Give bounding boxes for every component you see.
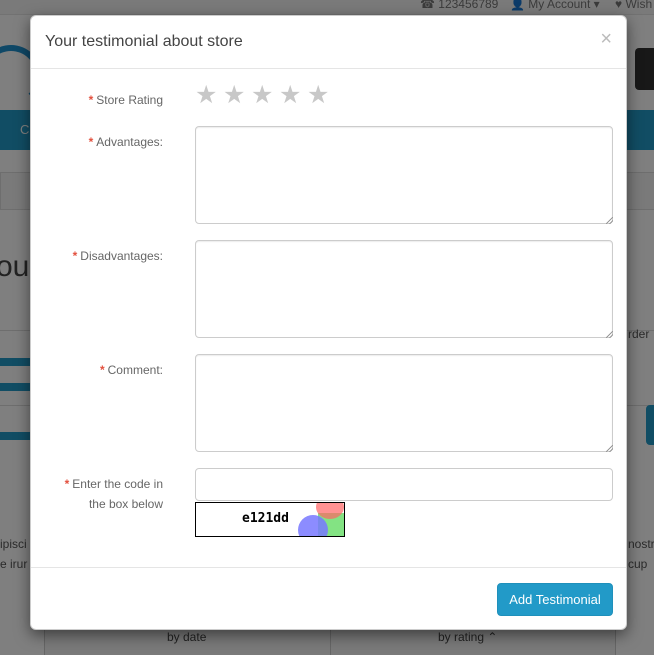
required-marker: * xyxy=(88,93,94,107)
star-icon[interactable]: ★ xyxy=(279,80,307,110)
disadvantages-textarea[interactable] xyxy=(195,240,613,338)
comment-textarea[interactable] xyxy=(195,354,613,452)
star-rating: ★ ★ ★ ★ ★ xyxy=(195,80,335,110)
captcha-noise xyxy=(298,515,328,536)
modal-footer: Add Testimonial xyxy=(31,567,626,630)
required-marker: * xyxy=(99,363,105,377)
star-icon[interactable]: ★ xyxy=(223,80,251,110)
add-testimonial-button[interactable]: Add Testimonial xyxy=(497,583,613,616)
resize-handle-icon[interactable] xyxy=(606,445,613,452)
captcha-label-line2: the box below xyxy=(88,497,163,511)
comment-label: * Comment: xyxy=(100,360,163,380)
comment-text: Comment: xyxy=(107,363,163,377)
resize-handle-icon[interactable] xyxy=(606,331,613,338)
advantages-label: * Advantages: xyxy=(89,132,163,152)
required-marker: * xyxy=(88,135,94,149)
advantages-text: Advantages: xyxy=(96,135,163,149)
store-rating-text: Store Rating xyxy=(96,93,163,107)
close-icon[interactable]: × xyxy=(600,29,612,49)
disadvantages-label: * Disadvantages: xyxy=(73,246,163,266)
resize-handle-icon[interactable] xyxy=(606,217,613,224)
captcha-label-line1: Enter the code in xyxy=(72,477,163,491)
required-marker: * xyxy=(72,249,78,263)
captcha-input[interactable] xyxy=(195,468,613,501)
disadvantages-text: Disadvantages: xyxy=(80,249,163,263)
modal-title: Your testimonial about store xyxy=(45,33,243,50)
required-marker: * xyxy=(64,477,70,491)
modal-header: Your testimonial about store × xyxy=(31,16,626,69)
advantages-textarea[interactable] xyxy=(195,126,613,224)
star-icon[interactable]: ★ xyxy=(251,80,279,110)
captcha-label: * Enter the code in the box below xyxy=(65,474,163,514)
captcha-code: e121dd xyxy=(242,511,289,526)
star-icon[interactable]: ★ xyxy=(307,80,335,110)
captcha-image: e121dd xyxy=(195,502,345,537)
store-rating-label: * Store Rating xyxy=(89,90,163,110)
star-icon[interactable]: ★ xyxy=(195,80,223,110)
testimonial-modal: Your testimonial about store × * Store Ra… xyxy=(30,15,627,630)
